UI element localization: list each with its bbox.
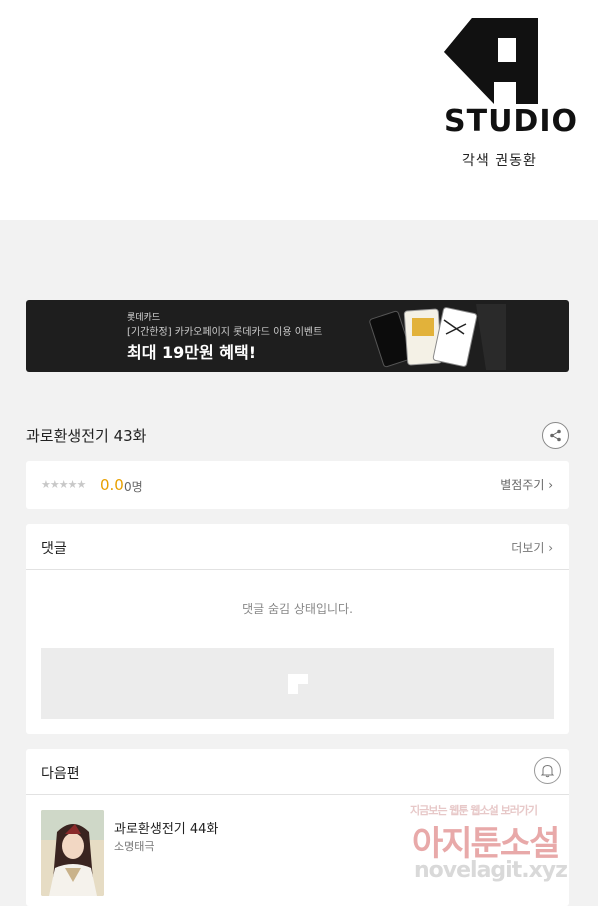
share-icon — [550, 429, 561, 442]
next-episode-title[interactable]: 과로환생전기 44화 — [114, 818, 218, 837]
bell-icon — [540, 764, 555, 778]
share-button[interactable] — [542, 422, 569, 449]
watermark-url: novelagit.xyz — [414, 858, 568, 883]
adaptation-credit: 각색 권동환 — [462, 153, 537, 169]
comments-header: 댓글 더보기 › — [26, 524, 569, 570]
banner-subtitle: [기간한정] 카카오페이지 롯데카드 이용 이벤트 — [127, 327, 323, 338]
next-episode-label: 다음편 — [41, 766, 80, 782]
comment-input-area[interactable] — [41, 648, 554, 719]
site-watermark: 지금보는 웹툰 웹소설 보러가기 아지툰소설 novelagit.xyz — [410, 802, 580, 888]
next-episode-author: 소명태극 — [114, 840, 155, 853]
rating-count: 0명 — [124, 480, 143, 494]
notify-button[interactable] — [534, 757, 561, 784]
studio-logo-text: STUDIO — [444, 104, 578, 139]
banner-brand: 롯데카드 — [127, 313, 161, 323]
rating-stars: ★★★★★ — [41, 478, 86, 491]
rate-button[interactable]: 별점주기 › — [500, 476, 553, 493]
banner-headline: 최대 19만원 혜택! — [127, 343, 257, 362]
episode-end-artwork: STUDIO 각색 권동환 — [0, 0, 598, 220]
comment-placeholder-icon — [287, 673, 308, 694]
character-thumbnail-image — [41, 810, 104, 896]
credit-cards-image — [369, 304, 506, 370]
next-episode-header: 다음편 — [26, 749, 569, 795]
rating-score: 0.0 — [100, 476, 124, 494]
episode-title: 과로환생전기 43화 — [26, 427, 147, 445]
next-episode-thumbnail[interactable] — [41, 810, 104, 896]
rating-card: ★★★★★ 0.0 0명 별점주기 › — [26, 461, 569, 509]
comments-card: 댓글 더보기 › 댓글 숨김 상태입니다. — [26, 524, 569, 734]
comments-more-link[interactable]: 더보기 › — [511, 539, 553, 556]
comments-label: 댓글 — [41, 541, 67, 557]
ad-banner[interactable]: 롯데카드 [기간한정] 카카오페이지 롯데카드 이용 이벤트 최대 19만원 혜… — [26, 300, 569, 372]
comments-hidden-message: 댓글 숨김 상태입니다. — [242, 602, 353, 616]
